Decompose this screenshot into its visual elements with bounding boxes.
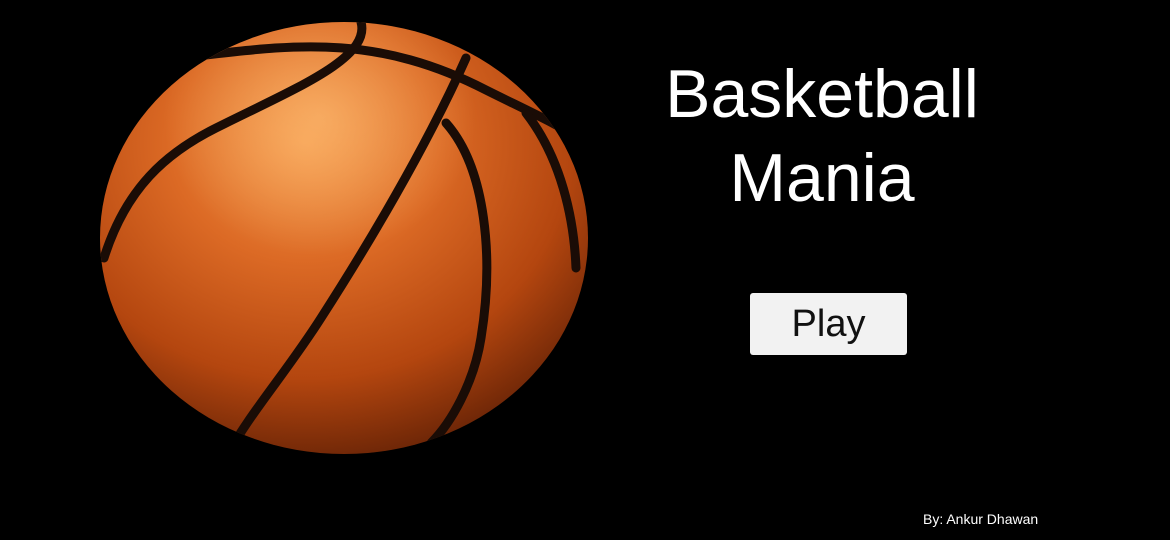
basketball-image bbox=[100, 22, 588, 454]
play-button[interactable]: Play bbox=[750, 293, 907, 355]
title-line-2: Mania bbox=[729, 140, 915, 216]
game-title: Basketball Mania bbox=[600, 52, 1044, 220]
author-credit: By: Ankur Dhawan bbox=[923, 511, 1039, 527]
title-line-1: Basketball bbox=[665, 56, 979, 132]
title-screen: Basketball Mania Play By: Ankur Dhawan bbox=[0, 0, 1170, 540]
